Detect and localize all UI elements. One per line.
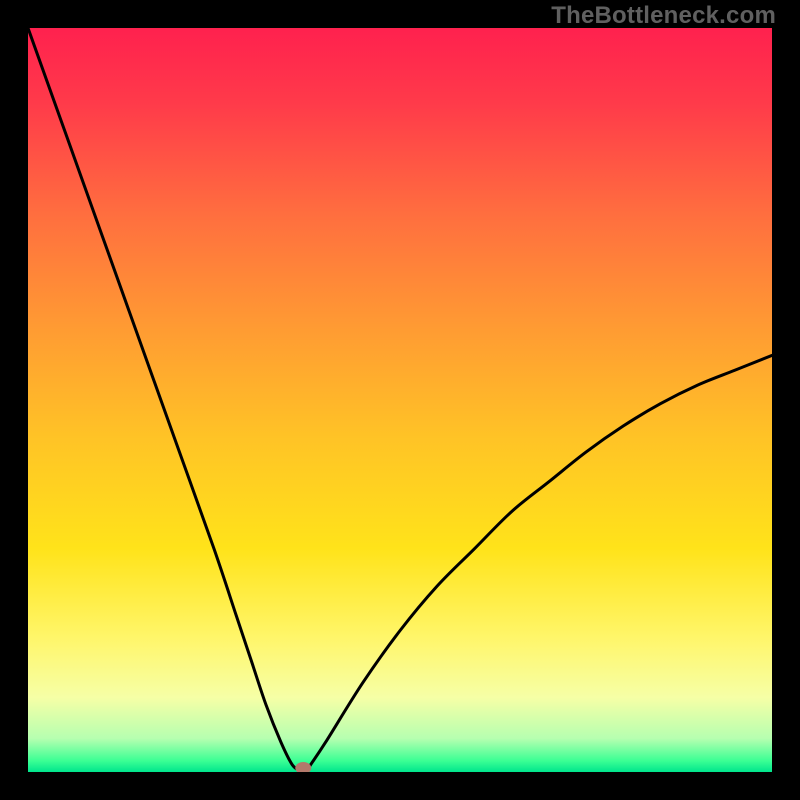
minimum-marker-icon — [295, 762, 311, 772]
curve-layer — [28, 28, 772, 772]
chart-container: TheBottleneck.com — [0, 0, 800, 800]
bottleneck-curve — [28, 28, 772, 772]
plot-area — [28, 28, 772, 772]
watermark-text: TheBottleneck.com — [551, 2, 776, 30]
